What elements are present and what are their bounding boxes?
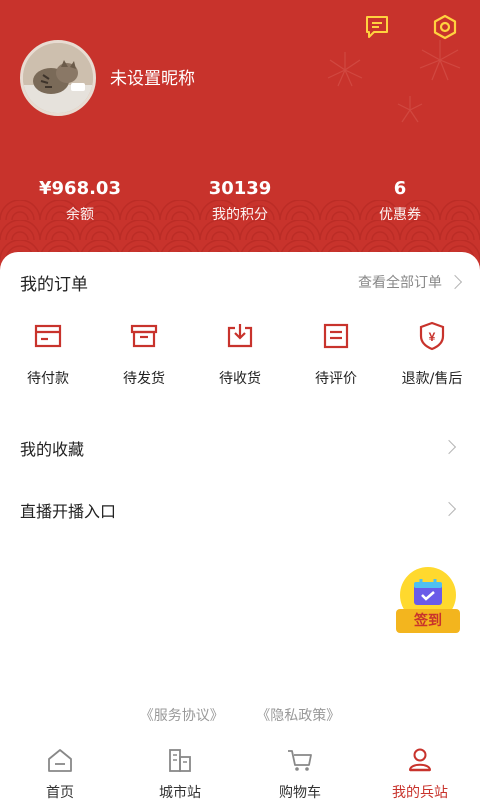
tab-cart-label: 购物车 bbox=[279, 785, 321, 800]
nickname[interactable]: 未设置昵称 bbox=[110, 64, 195, 89]
coupons-stat[interactable]: 6 优惠券 bbox=[320, 176, 480, 224]
menu-favorites[interactable]: 我的收藏 bbox=[0, 422, 480, 472]
tab-home[interactable]: 首页 bbox=[0, 746, 120, 800]
sign-in-button[interactable]: 签到 bbox=[396, 567, 460, 637]
tab-profile[interactable]: 我的兵站 bbox=[360, 746, 480, 800]
service-agreement-link[interactable]: 《服务协议》 bbox=[140, 705, 224, 725]
avatar-image bbox=[23, 43, 93, 113]
order-pending-review[interactable]: 待评价 bbox=[288, 320, 384, 388]
cart-icon bbox=[288, 750, 312, 771]
coupons-value: 6 bbox=[393, 178, 407, 199]
tab-profile-label: 我的兵站 bbox=[392, 785, 448, 800]
order-pending-review-label: 待评价 bbox=[315, 371, 357, 387]
message-icon bbox=[366, 16, 388, 38]
chevron-right-icon bbox=[447, 274, 463, 290]
receive-icon bbox=[227, 324, 253, 348]
svg-text:¥: ¥ bbox=[429, 330, 436, 344]
tab-home-label: 首页 bbox=[46, 785, 74, 800]
review-icon bbox=[323, 323, 349, 349]
chevron-right-icon bbox=[441, 439, 457, 455]
view-all-orders-link[interactable]: 查看全部订单 bbox=[358, 272, 463, 292]
coupons-label: 优惠券 bbox=[379, 207, 421, 223]
message-button[interactable] bbox=[362, 12, 392, 42]
sign-in-label: 签到 bbox=[396, 609, 460, 633]
tab-cart[interactable]: 购物车 bbox=[240, 746, 360, 800]
order-pending-receipt[interactable]: 待收货 bbox=[192, 320, 288, 388]
bottom-tab-bar: 首页 城市站 购物车 我的兵站 bbox=[0, 740, 480, 800]
menu-live-stream-label: 直播开播入口 bbox=[20, 502, 117, 521]
order-pending-payment-label: 待付款 bbox=[27, 371, 69, 387]
orders-title: 我的订单 bbox=[20, 275, 88, 295]
order-pending-shipment[interactable]: 待发货 bbox=[96, 320, 192, 388]
privacy-policy-link[interactable]: 《隐私政策》 bbox=[256, 705, 340, 725]
profile-header: 未设置昵称 ¥968.03 余额 30139 我的积分 6 优惠券 bbox=[0, 0, 480, 270]
menu-live-stream[interactable]: 直播开播入口 bbox=[0, 484, 480, 534]
profile-icon bbox=[409, 748, 431, 772]
points-label: 我的积分 bbox=[212, 207, 268, 223]
box-icon bbox=[130, 324, 158, 348]
wallet-icon bbox=[34, 324, 62, 348]
refund-shield-icon: ¥ bbox=[419, 321, 445, 351]
home-icon bbox=[48, 749, 72, 772]
view-all-orders-label: 查看全部订单 bbox=[358, 275, 442, 291]
tab-city-label: 城市站 bbox=[159, 785, 201, 800]
city-icon bbox=[169, 749, 191, 772]
chevron-right-icon bbox=[441, 501, 457, 517]
tab-city[interactable]: 城市站 bbox=[120, 746, 240, 800]
order-refund[interactable]: ¥ 退款/售后 bbox=[384, 320, 480, 388]
order-pending-payment[interactable]: 待付款 bbox=[0, 320, 96, 388]
menu-favorites-label: 我的收藏 bbox=[20, 440, 85, 459]
order-pending-shipment-label: 待发货 bbox=[123, 371, 165, 387]
order-status-row: 待付款 待发货 待收货 待评价 ¥ 退款/售后 bbox=[0, 320, 480, 390]
gear-icon bbox=[433, 14, 457, 40]
settings-button[interactable] bbox=[430, 12, 460, 42]
avatar[interactable] bbox=[20, 40, 96, 116]
balance-label: 余额 bbox=[66, 207, 94, 223]
balance-value: ¥968.03 bbox=[39, 178, 121, 199]
points-value: 30139 bbox=[208, 178, 272, 199]
points-stat[interactable]: 30139 我的积分 bbox=[160, 176, 320, 224]
footer-links: 《服务协议》 《隐私政策》 bbox=[0, 705, 480, 725]
order-pending-receipt-label: 待收货 bbox=[219, 371, 261, 387]
order-refund-label: 退款/售后 bbox=[401, 371, 463, 387]
balance-stat[interactable]: ¥968.03 余额 bbox=[0, 176, 160, 224]
calendar-check-icon bbox=[414, 579, 442, 605]
